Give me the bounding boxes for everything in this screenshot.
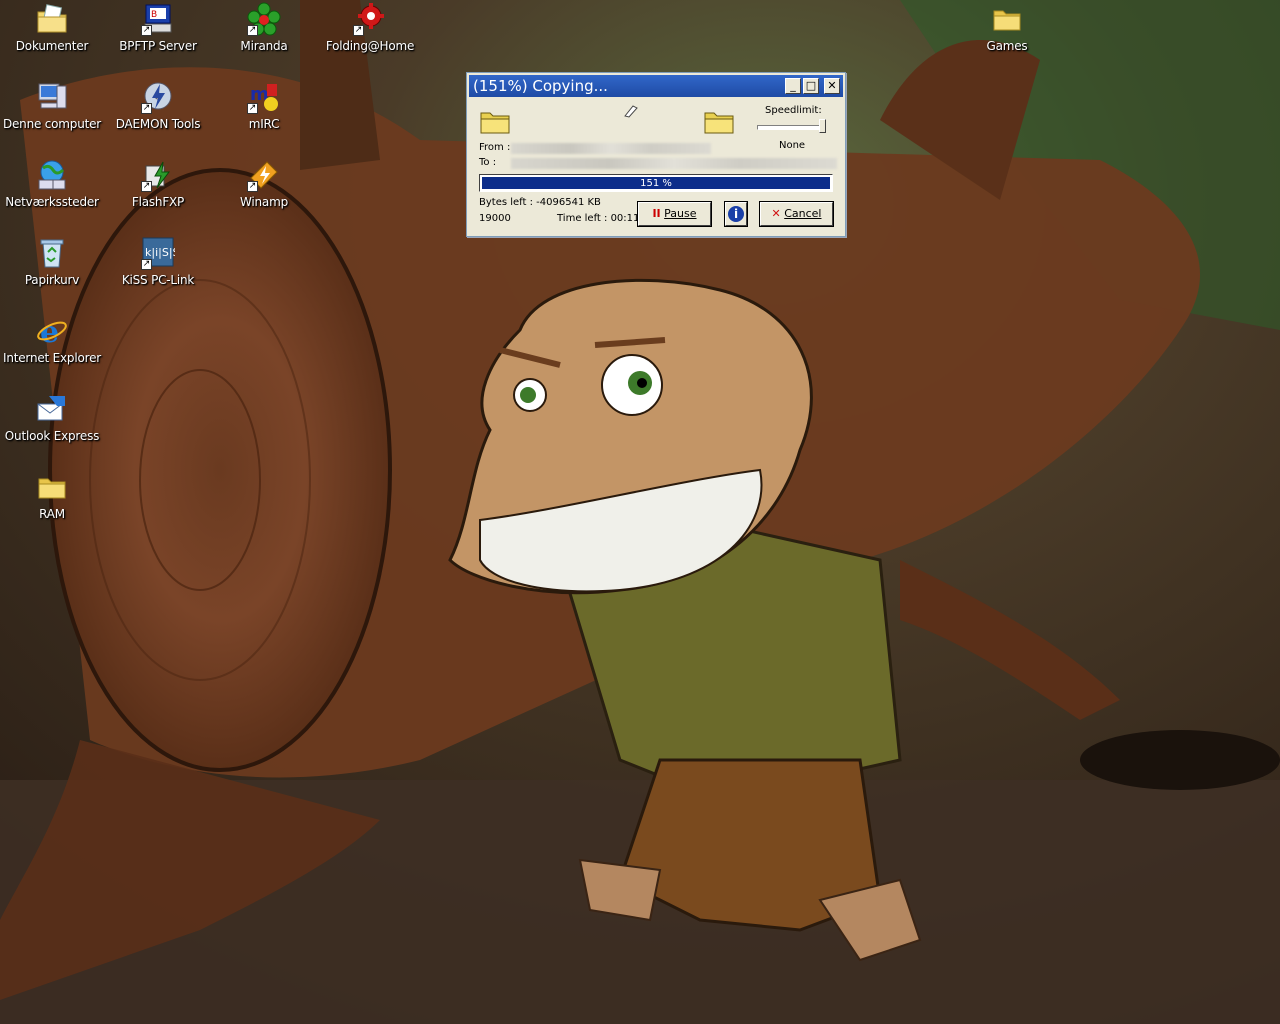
desktop-icon-winamp[interactable]: ↗ Winamp [212,158,316,209]
to-path-blurred [511,158,837,169]
shortcut-arrow-icon: ↗ [247,25,258,36]
desktop-icon-label: Miranda [240,39,288,53]
close-button[interactable]: ✕ [824,78,840,94]
desktop-icon-label: Papirkurv [24,273,80,287]
desktop-icon-outlook-express[interactable]: Outlook Express [0,392,104,443]
desktop-icon-label: Games [986,39,1028,53]
miranda-flower-icon: ↗ [247,2,281,36]
desktop-icon-label: Denne computer [2,117,102,131]
flying-paper-icon [623,103,639,118]
desktop-icon-games[interactable]: Games [955,2,1059,53]
desktop-icon-mirc[interactable]: m ↗ mIRC [212,80,316,131]
destination-folder-icon [703,109,737,135]
desktop-icon-label: RAM [39,507,65,521]
winamp-icon: ↗ [247,158,281,192]
progress-percent: 151 % [640,178,672,189]
pause-button[interactable]: II Pause [637,201,712,227]
bytes-left: Bytes left : -4096541 KB [479,197,601,208]
desktop-icon-label: KiSS PC-Link [121,273,195,287]
speedlimit-slider-track[interactable] [757,125,825,130]
shortcut-arrow-icon: ↗ [247,103,258,114]
dialog-title: (151%) Copying... [473,77,608,95]
desktop-icon-papirkurv[interactable]: Papirkurv [0,236,104,287]
internet-explorer-icon: e [35,314,69,348]
maximize-button[interactable]: □ [803,78,819,94]
dialog-titlebar[interactable]: (151%) Copying... _ □ ✕ [469,75,843,97]
cancel-button-label: Cancel [784,207,822,220]
mirc-icon: m ↗ [247,80,281,114]
svg-text:e: e [40,315,59,348]
speedlimit-value: None [779,140,806,151]
desktop-icon-label: BPFTP Server [119,39,197,53]
desktop[interactable]: Dokumenter B ↗ BPFTP Server ↗ Miranda ↗ … [0,0,1280,1024]
desktop-icon-label: Folding@Home [325,39,415,53]
cancel-icon: ✕ [771,207,781,220]
desktop-icon-flashfxp[interactable]: ↗ FlashFXP [106,158,210,209]
desktop-icon-denne-computer[interactable]: Denne computer [0,80,104,131]
desktop-icon-kiss-pc-link[interactable]: k|i|S|S ↗ KiSS PC-Link [106,236,210,287]
shortcut-arrow-icon: ↗ [141,25,152,36]
shortcut-arrow-icon: ↗ [141,103,152,114]
speedlimit-slider-thumb[interactable] [819,119,826,133]
transfer-speed: 19000 [479,213,511,224]
cancel-button[interactable]: ✕ Cancel [759,201,834,227]
to-label: To : [479,157,497,168]
shortcut-arrow-icon: ↗ [141,181,152,192]
documents-folder-icon [35,2,69,36]
desktop-icon-folding-at-home[interactable]: ↗ Folding@Home [318,2,422,53]
desktop-icon-netvaerkssteder[interactable]: Netværkssteder [0,158,104,209]
pause-button-label: Pause [664,207,697,220]
svg-text:B: B [151,10,157,20]
copy-progress-bar: 151 % [479,174,833,192]
computer-icon [35,80,69,114]
desktop-icon-daemon-tools[interactable]: ↗ DAEMON Tools [106,80,210,131]
desktop-icon-label: Internet Explorer [2,351,102,365]
folder-icon [990,2,1024,36]
desktop-icon-miranda[interactable]: ↗ Miranda [212,2,316,53]
speedlimit-label: Speedlimit: [765,105,822,116]
shortcut-arrow-icon: ↗ [353,25,364,36]
folder-icon [35,470,69,504]
shortcut-arrow-icon: ↗ [141,259,152,270]
desktop-icon-label: Winamp [239,195,288,209]
desktop-icon-bpftp-server[interactable]: B ↗ BPFTP Server [106,2,210,53]
recycle-bin-icon [35,236,69,270]
desktop-icon-label: Dokumenter [15,39,89,53]
folding-gear-icon: ↗ [353,2,387,36]
desktop-icon-dokumenter[interactable]: Dokumenter [0,2,104,53]
source-folder-icon [479,109,513,135]
from-label: From : [479,142,511,153]
daemon-tools-icon: ↗ [141,80,175,114]
pause-icon: II [652,207,661,220]
desktop-icon-label: mIRC [248,117,280,131]
from-path-blurred [511,143,711,154]
svg-text:k|i|S|S: k|i|S|S [145,246,175,259]
info-icon: i [728,206,744,222]
minimize-button[interactable]: _ [785,78,801,94]
progress-fill: 151 % [482,177,830,189]
desktop-icon-label: Outlook Express [4,429,100,443]
time-left: Time left : 00:11 [557,213,640,224]
outlook-express-icon [35,392,69,426]
network-places-icon [35,158,69,192]
shortcut-arrow-icon: ↗ [247,181,258,192]
desktop-icon-label: Netværkssteder [5,195,99,209]
copy-progress-dialog[interactable]: (151%) Copying... _ □ ✕ Speedlimit: None… [466,72,846,237]
info-button[interactable]: i [724,201,748,227]
desktop-icon-ram[interactable]: RAM [0,470,104,521]
flashfxp-icon: ↗ [141,158,175,192]
desktop-icon-internet-explorer[interactable]: e Internet Explorer [0,314,104,365]
bpftp-server-icon: B ↗ [141,2,175,36]
desktop-icon-label: FlashFXP [131,195,185,209]
desktop-icon-label: DAEMON Tools [115,117,201,131]
kiss-pc-link-icon: k|i|S|S ↗ [141,236,175,270]
